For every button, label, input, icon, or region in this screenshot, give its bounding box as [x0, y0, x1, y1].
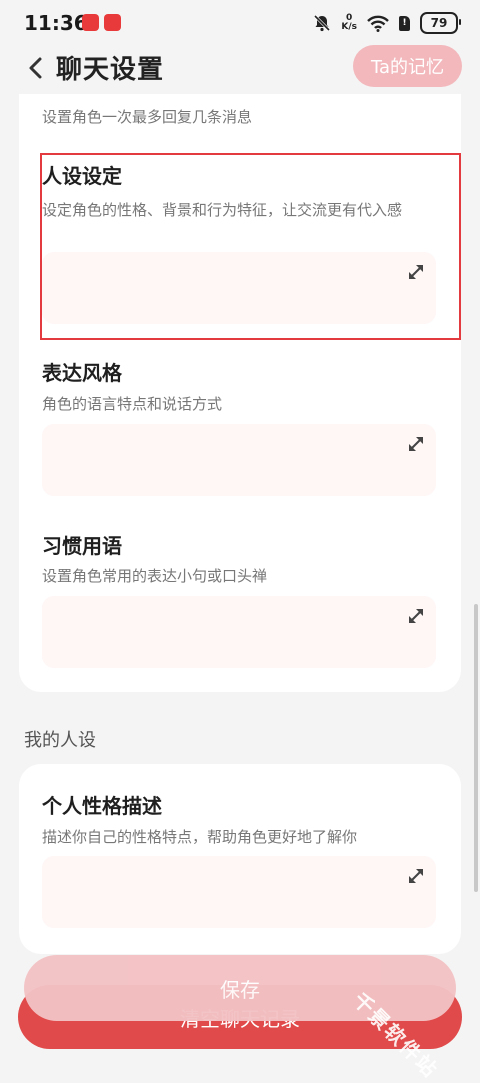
- save-label: 保存: [220, 977, 260, 1002]
- phrases-title: 习惯用语: [42, 534, 122, 558]
- ta-memory-button[interactable]: Ta的记忆: [353, 45, 462, 87]
- style-description: 角色的语言特点和说话方式: [42, 395, 223, 413]
- status-time: 11:36: [24, 11, 88, 35]
- my-persona-group-label: 我的人设: [24, 730, 96, 751]
- chevron-left-icon: [29, 57, 42, 79]
- sim-icon: !: [399, 15, 410, 31]
- style-input[interactable]: [42, 424, 436, 496]
- style-title: 表达风格: [42, 361, 122, 385]
- app-badge-icon: [82, 14, 99, 31]
- back-button[interactable]: [20, 50, 50, 86]
- expand-icon[interactable]: [406, 606, 426, 626]
- phrases-input[interactable]: [42, 596, 436, 668]
- app-badge-icon: [104, 14, 121, 31]
- highlight-box: [40, 153, 461, 340]
- personality-input[interactable]: [42, 856, 436, 928]
- expand-icon[interactable]: [406, 866, 426, 886]
- page-title: 聊天设置: [56, 55, 165, 85]
- net-speed-unit: K/s: [341, 22, 357, 32]
- wifi-icon: [367, 15, 389, 32]
- battery-icon: 79: [420, 12, 461, 34]
- personality-description: 描述你自己的性格特点，帮助角色更好地了解你: [42, 828, 358, 846]
- max-reply-description: 设置角色一次最多回复几条消息: [42, 108, 253, 126]
- personality-title: 个人性格描述: [42, 794, 162, 818]
- net-speed: 0 K/s: [341, 14, 357, 32]
- expand-icon[interactable]: [406, 434, 426, 454]
- scrollbar[interactable]: [474, 604, 478, 892]
- battery-level: 79: [430, 16, 448, 30]
- status-bar: 11:36 0 K/s ! 79: [0, 0, 480, 46]
- phrases-description: 设置角色常用的表达小句或口头禅: [42, 567, 268, 585]
- page-header: 聊天设置 Ta的记忆: [0, 42, 480, 94]
- mute-bell-icon: [314, 14, 331, 32]
